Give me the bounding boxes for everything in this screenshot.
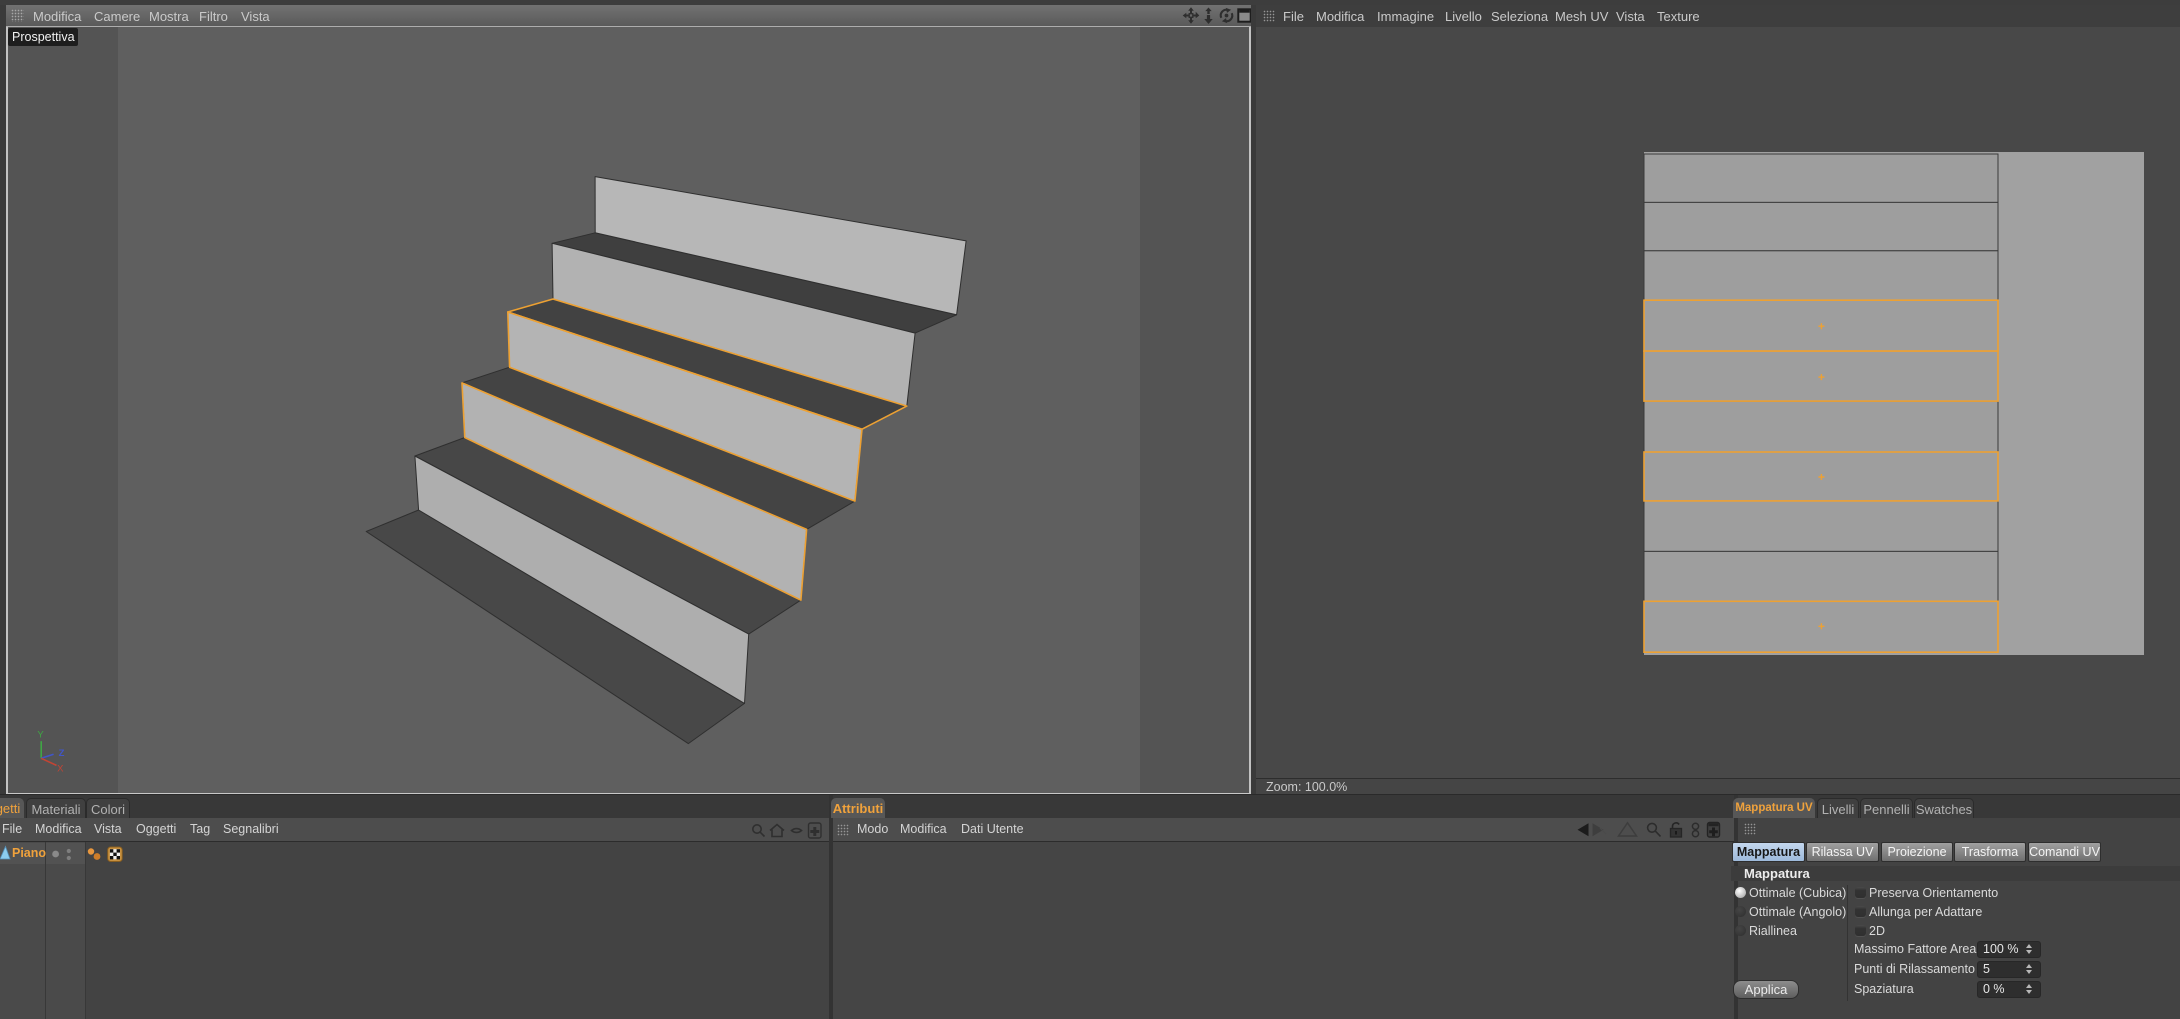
svg-text:Z: Z <box>59 748 65 759</box>
svg-text:X: X <box>57 763 64 774</box>
svg-text:Y: Y <box>37 730 44 741</box>
